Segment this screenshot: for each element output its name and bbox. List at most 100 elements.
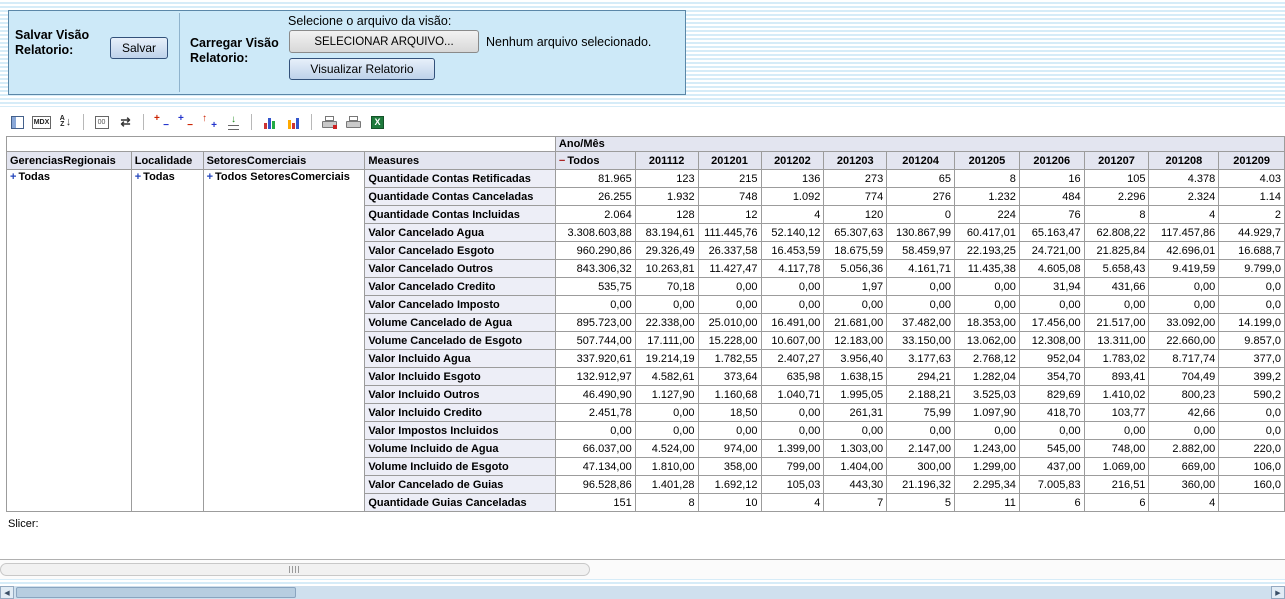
measure-name-cell[interactable]: Valor Incluido Esgoto	[365, 368, 556, 386]
measure-name-cell[interactable]: Volume Incluido de Esgoto	[365, 458, 556, 476]
value-cell: 0,00	[1149, 296, 1219, 314]
suppress-empty-icon[interactable]: 00	[92, 114, 111, 131]
column-member-header[interactable]: 201204	[887, 152, 955, 170]
column-member-header[interactable]: 201208	[1149, 152, 1219, 170]
value-cell: 1,97	[824, 278, 887, 296]
value-cell: 16.453,59	[761, 242, 824, 260]
select-file-button[interactable]: SELECIONAR ARQUIVO...	[289, 30, 479, 53]
measure-name-cell[interactable]: Quantidade Guias Canceladas	[365, 494, 556, 512]
value-cell: 0,00	[761, 278, 824, 296]
value-cell: 130.867,99	[887, 224, 955, 242]
mdx-editor-icon[interactable]: MDX	[32, 114, 51, 131]
value-cell: 117.457,86	[1149, 224, 1219, 242]
expand-icon[interactable]: +	[135, 171, 141, 183]
value-cell: 1.092	[761, 188, 824, 206]
value-cell: 0,00	[1019, 422, 1084, 440]
value-cell: 120	[824, 206, 887, 224]
dimension-header[interactable]: GerenciasRegionais	[7, 152, 132, 170]
print-pdf-icon[interactable]	[320, 114, 339, 131]
measure-name-cell[interactable]: Valor Impostos Incluidos	[365, 422, 556, 440]
pivot-table: Ano/MêsGerenciasRegionaisLocalidadeSetor…	[6, 136, 1285, 512]
expand-icon[interactable]: +	[207, 171, 213, 183]
value-cell: 8	[635, 494, 698, 512]
measure-name-cell[interactable]: Valor Incluido Outros	[365, 386, 556, 404]
measure-name-cell[interactable]: Valor Cancelado Agua	[365, 224, 556, 242]
measure-name-cell[interactable]: Valor Cancelado Esgoto	[365, 242, 556, 260]
value-cell: 0,00	[887, 296, 955, 314]
table-horizontal-scrollbar[interactable]	[0, 559, 1285, 579]
drill-through-icon[interactable]: ↓	[224, 114, 243, 131]
collapse-icon[interactable]: −	[559, 155, 565, 167]
dimension-header[interactable]: Localidade	[131, 152, 203, 170]
measure-name-cell[interactable]: Volume Incluido de Agua	[365, 440, 556, 458]
member-label: Todas	[18, 171, 50, 183]
drill-position-icon[interactable]: +−	[176, 114, 195, 131]
column-member-header[interactable]: 201207	[1084, 152, 1149, 170]
scroll-left-button[interactable]: ◀	[0, 586, 14, 599]
value-cell: 111.445,76	[698, 224, 761, 242]
column-member-header[interactable]: 201201	[698, 152, 761, 170]
measure-name-cell[interactable]: Quantidade Contas Incluidas	[365, 206, 556, 224]
column-member-header[interactable]: −Todos	[555, 152, 635, 170]
page-horizontal-scrollbar[interactable]: ◀ ▶	[0, 586, 1285, 599]
chart-config-icon[interactable]	[284, 114, 303, 131]
row-member-cell[interactable]: +Todas	[7, 170, 132, 512]
pivot-corner-cell	[7, 137, 556, 152]
value-cell: 418,70	[1019, 404, 1084, 422]
value-cell: 220,0	[1219, 440, 1285, 458]
value-cell: 11.435,38	[955, 260, 1020, 278]
value-cell: 9.419,59	[1149, 260, 1219, 278]
measure-name-cell[interactable]: Quantidade Contas Canceladas	[365, 188, 556, 206]
view-report-button[interactable]: Visualizar Relatorio	[289, 58, 435, 80]
row-member-cell[interactable]: +Todas	[131, 170, 203, 512]
measure-name-cell[interactable]: Valor Cancelado Outros	[365, 260, 556, 278]
measure-name-cell[interactable]: Volume Cancelado de Agua	[365, 314, 556, 332]
column-member-header[interactable]: 201202	[761, 152, 824, 170]
toolbar-separator	[311, 114, 312, 130]
measure-name-cell[interactable]: Valor Incluido Credito	[365, 404, 556, 422]
swap-axes-icon[interactable]: ⇄	[116, 114, 135, 131]
value-cell: 70,18	[635, 278, 698, 296]
value-cell: 800,23	[1149, 386, 1219, 404]
chart-icon[interactable]	[260, 114, 279, 131]
value-cell: 669,00	[1149, 458, 1219, 476]
cube-navigator-icon[interactable]	[8, 114, 27, 131]
value-cell: 10	[698, 494, 761, 512]
value-cell: 0,00	[761, 404, 824, 422]
row-member-cell[interactable]: +Todos SetoresComerciais	[203, 170, 365, 512]
value-cell: 360,00	[1149, 476, 1219, 494]
column-member-header[interactable]: 201203	[824, 152, 887, 170]
dimension-header[interactable]: Measures	[365, 152, 556, 170]
measure-name-cell[interactable]: Valor Incluido Agua	[365, 350, 556, 368]
value-cell: 4.161,71	[887, 260, 955, 278]
expand-icon[interactable]: +	[10, 171, 16, 183]
measure-name-cell[interactable]: Quantidade Contas Retificadas	[365, 170, 556, 188]
scrollbar-thumb[interactable]	[0, 563, 590, 576]
dimension-header[interactable]: SetoresComerciais	[203, 152, 365, 170]
value-cell: 0,00	[555, 422, 635, 440]
column-member-header[interactable]: 201209	[1219, 152, 1285, 170]
column-member-header[interactable]: 201205	[955, 152, 1020, 170]
measure-name-cell[interactable]: Valor Cancelado Imposto	[365, 296, 556, 314]
measure-name-cell[interactable]: Valor Cancelado de Guias	[365, 476, 556, 494]
drill-replace-icon[interactable]: ↑+	[200, 114, 219, 131]
value-cell: 4.524,00	[635, 440, 698, 458]
value-cell: 10.607,00	[761, 332, 824, 350]
export-excel-icon[interactable]: X	[368, 114, 387, 131]
scroll-right-button[interactable]: ▶	[1271, 586, 1285, 599]
column-member-header[interactable]: 201206	[1019, 152, 1084, 170]
value-cell: 0,00	[698, 422, 761, 440]
value-cell: 151	[555, 494, 635, 512]
measure-name-cell[interactable]: Volume Cancelado de Esgoto	[365, 332, 556, 350]
value-cell: 106,0	[1219, 458, 1285, 476]
sort-icon[interactable]: AZ↓	[56, 114, 75, 131]
value-cell: 1.282,04	[955, 368, 1020, 386]
column-member-header[interactable]: 201112	[635, 152, 698, 170]
value-cell: 26.337,58	[698, 242, 761, 260]
page-scrollbar-thumb[interactable]	[16, 587, 296, 598]
drill-member-icon[interactable]: +−	[152, 114, 171, 131]
measure-name-cell[interactable]: Valor Cancelado Credito	[365, 278, 556, 296]
save-button[interactable]: Salvar	[110, 37, 168, 59]
print-icon[interactable]	[344, 114, 363, 131]
value-cell: 9.857,0	[1219, 332, 1285, 350]
